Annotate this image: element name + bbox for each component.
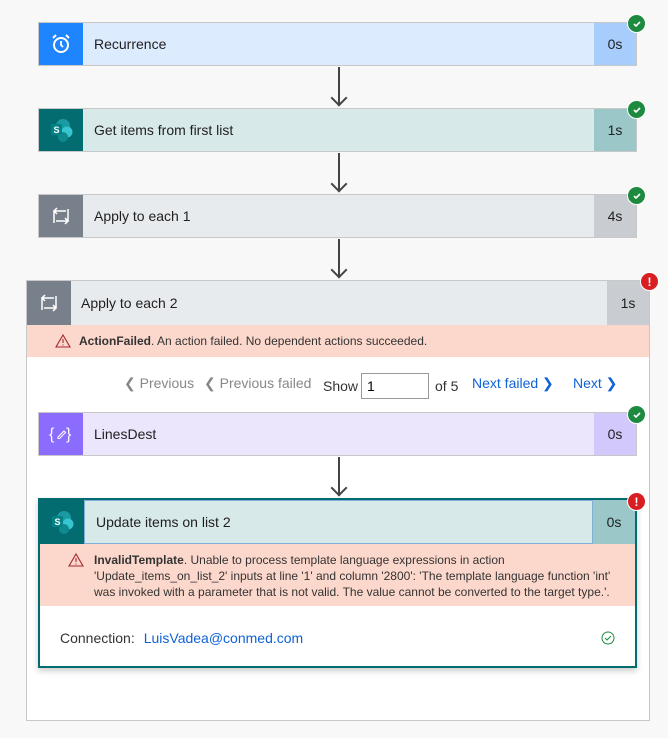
step-update-items: S Update items on list 2 0s InvalidTempl… [38,498,637,668]
error-code: InvalidTemplate [94,553,184,567]
svg-text:{: { [49,426,55,443]
step-recurrence[interactable]: Recurrence 0s [38,22,637,66]
loop-icon [52,207,70,225]
step-title: LinesDest [94,426,157,442]
loop-error-banner: ActionFailed. An action failed. No depen… [27,325,649,357]
step-error-banner: InvalidTemplate. Unable to process templ… [40,544,635,606]
sharepoint-icon: S [51,119,73,142]
arrow-down-icon [330,175,348,193]
step-get-items[interactable]: S Get items from first list 1s [38,108,637,152]
sharepoint-icon-tile: S [39,109,83,151]
previous-failed-button[interactable]: ❮ Previous failed [204,375,311,392]
alarm-clock-icon [52,34,70,53]
iteration-input[interactable] [361,373,429,399]
connection-link[interactable]: LuisVadea@conmed.com [144,630,303,646]
loop-title: Apply to each 2 [81,295,178,311]
recurrence-icon-tile [39,23,83,65]
warning-icon [68,553,84,567]
step-apply-to-each-1[interactable]: Apply to each 1 4s [38,194,637,238]
connection-label: Connection: [60,630,135,646]
error-exclamation-icon: ! [640,272,659,291]
step-title: Apply to each 1 [94,208,191,224]
step-linesdest[interactable]: {} LinesDest 0s [38,412,637,456]
show-label: Show [323,378,359,394]
loop-header[interactable]: Apply to each 2 1s [27,281,649,325]
loop-icon-tile [39,195,83,237]
svg-text:S: S [53,125,59,135]
sharepoint-icon: S [52,511,74,534]
svg-text:S: S [54,517,60,527]
success-check-icon [627,186,646,205]
success-check-icon [627,100,646,119]
of-total-label: of 5 [435,378,459,394]
next-failed-button[interactable]: Next failed ❯ [472,375,554,392]
arrow-down-icon [330,89,348,107]
svg-text:}: } [66,426,72,443]
success-check-icon [627,14,646,33]
next-button[interactable]: Next ❯ [573,375,617,392]
loop-icon-tile [27,281,71,325]
error-code: ActionFailed [79,334,152,348]
step-title: Update items on list 2 [84,500,593,544]
step-title: Recurrence [94,36,167,52]
error-message: . An action failed. No dependent actions… [151,334,428,348]
warning-icon [55,334,71,348]
step-header[interactable]: S Update items on list 2 0s [40,500,635,544]
variable-icon-tile: {} [39,413,83,455]
success-check-icon [627,405,646,424]
step-title: Get items from first list [94,122,234,138]
loop-icon [40,294,58,312]
error-exclamation-icon: ! [627,492,646,511]
sharepoint-icon-tile: S [40,500,84,544]
previous-button[interactable]: ❮ Previous [124,375,194,392]
variable-icon: {} [49,426,72,443]
arrow-down-icon [330,261,348,279]
connection-ok-icon [601,631,615,645]
connection-row: Connection: LuisVadea@conmed.com [60,630,615,646]
